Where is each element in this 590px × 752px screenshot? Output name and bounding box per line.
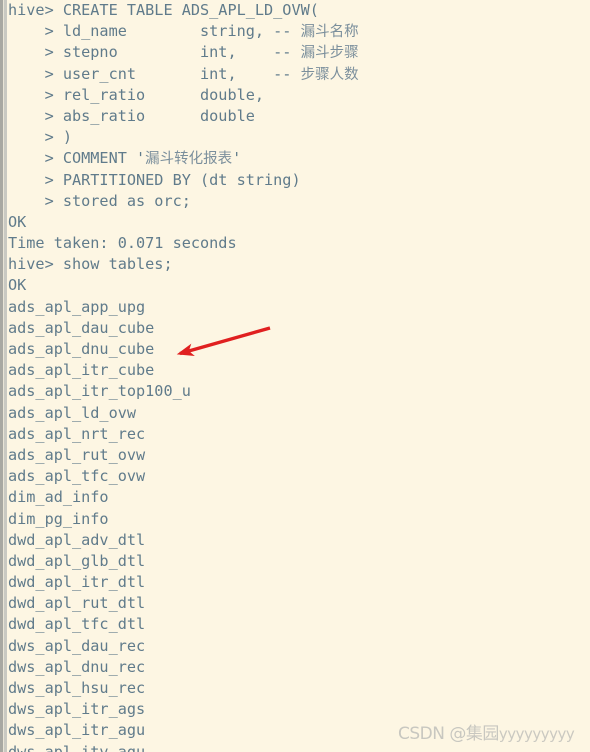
terminal-line-text: dws_apl_dnu_rec xyxy=(8,657,146,676)
terminal-line-cjk-comment: 步骤人数 xyxy=(300,66,359,83)
terminal-line-text: hive> CREATE TABLE ADS_APL_LD_OVW( xyxy=(8,1,319,19)
terminal-line: OK xyxy=(8,212,590,233)
terminal-line-text: ads_apl_tfc_ovw xyxy=(8,467,146,486)
terminal-line: dim_ad_info xyxy=(8,487,590,508)
terminal-line: dws_apl_itr_ags xyxy=(8,699,590,720)
terminal-line-text: ads_apl_dnu_cube xyxy=(8,340,155,358)
terminal-line: ads_apl_nrt_rec xyxy=(8,424,590,445)
terminal-line: ads_apl_dnu_cube xyxy=(8,339,590,360)
terminal-line: Time taken: 0.071 seconds xyxy=(8,233,590,254)
terminal-line-text: ads_apl_itr_cube xyxy=(8,361,155,380)
terminal-line-cjk-comment: 漏斗名称 xyxy=(300,24,359,41)
watermark-text: CSDN @集园 xyxy=(398,724,499,744)
terminal-output[interactable]: hive> CREATE TABLE ADS_APL_LD_OVW( > ld_… xyxy=(8,0,590,752)
terminal-line: dws_apl_dau_rec xyxy=(8,636,590,657)
terminal-line-text: OK xyxy=(8,212,27,231)
watermark-tail: yyyyyyyyy xyxy=(498,725,575,743)
terminal-line: > abs_ratio double xyxy=(8,106,590,127)
terminal-line: ads_apl_app_upg xyxy=(8,297,590,318)
terminal-line-text: > PARTITIONED BY (dt string) xyxy=(8,170,301,189)
terminal-line-text: ads_apl_nrt_rec xyxy=(8,424,146,443)
terminal-line-cjk-comment: 漏斗步骤 xyxy=(300,45,359,62)
csdn-watermark: CSDN @集园yyyyyyyyy xyxy=(398,719,575,744)
terminal-line: > stepno int, -- 漏斗步骤 xyxy=(8,42,590,63)
terminal-line-text: ads_apl_dau_cube xyxy=(8,318,155,337)
terminal-line: dwd_apl_rut_dtl xyxy=(8,593,590,614)
terminal-line-text: > rel_ratio double, xyxy=(8,85,265,104)
terminal-line: OK xyxy=(8,275,590,296)
terminal-line-text: dws_apl_itv_agu xyxy=(8,742,146,752)
terminal-line: hive> show tables; xyxy=(8,254,590,275)
terminal-line: dim_pg_info xyxy=(8,509,590,530)
terminal-line: > stored as orc; xyxy=(8,191,590,212)
window-frame-left-inner[interactable] xyxy=(4,0,7,752)
terminal-line-text: hive> show tables; xyxy=(8,255,173,274)
terminal-line: > rel_ratio double, xyxy=(8,85,590,106)
terminal-line-text: dwd_apl_glb_dtl xyxy=(8,551,146,570)
terminal-line-text: dws_apl_itr_ags xyxy=(8,700,146,719)
terminal-line: dwd_apl_glb_dtl xyxy=(8,551,590,572)
terminal-line: dwd_apl_tfc_dtl xyxy=(8,614,590,635)
terminal-line-text: dim_ad_info xyxy=(8,488,109,507)
terminal-line-text: ads_apl_app_upg xyxy=(8,297,146,316)
terminal-line-text: > ld_name string, -- xyxy=(8,22,301,41)
terminal-line-text: dwd_apl_itr_dtl xyxy=(8,573,146,592)
terminal-line: > user_cnt int, -- 步骤人数 xyxy=(8,64,590,85)
terminal-window: hive> CREATE TABLE ADS_APL_LD_OVW( > ld_… xyxy=(0,0,590,752)
terminal-line-text: dwd_apl_adv_dtl xyxy=(8,530,146,549)
terminal-line-text: dwd_apl_tfc_dtl xyxy=(8,615,146,634)
terminal-line-text: dws_apl_dau_rec xyxy=(8,636,146,655)
terminal-line: > PARTITIONED BY (dt string) xyxy=(8,170,590,191)
terminal-line: dws_apl_hsu_rec xyxy=(8,678,590,699)
terminal-line-text: dwd_apl_rut_dtl xyxy=(8,594,146,613)
terminal-line-text: Time taken: 0.071 seconds xyxy=(8,234,237,253)
terminal-line-text: > user_cnt int, -- xyxy=(8,64,301,83)
terminal-line-text: dws_apl_hsu_rec xyxy=(8,679,146,697)
terminal-line: > ld_name string, -- 漏斗名称 xyxy=(8,21,590,42)
terminal-line: ads_apl_dau_cube xyxy=(8,318,590,339)
terminal-line: ads_apl_ld_ovw xyxy=(8,403,590,424)
terminal-line: ads_apl_itr_top100_u xyxy=(8,381,590,402)
terminal-line-text: ads_apl_itr_top100_u xyxy=(8,382,191,401)
terminal-line-text: > abs_ratio double xyxy=(8,106,255,125)
terminal-line-text: dws_apl_itr_agu xyxy=(8,721,146,740)
terminal-line-text: > COMMENT ' xyxy=(8,149,146,168)
terminal-line-text: ads_apl_rut_ovw xyxy=(8,445,146,464)
terminal-line: > COMMENT '漏斗转化报表' xyxy=(8,148,590,169)
terminal-line-text: ads_apl_ld_ovw xyxy=(8,403,137,422)
terminal-line-text: > stored as orc; xyxy=(8,191,191,210)
terminal-line: dws_apl_dnu_rec xyxy=(8,657,590,678)
terminal-line-text: dim_pg_info xyxy=(8,509,109,528)
terminal-line-cjk-comment: 漏斗转化报表 xyxy=(145,151,233,168)
terminal-line-text: OK xyxy=(8,276,27,295)
terminal-line-text-after: ' xyxy=(232,149,242,168)
terminal-line: ads_apl_rut_ovw xyxy=(8,445,590,466)
terminal-line: dwd_apl_itr_dtl xyxy=(8,572,590,593)
terminal-line-text: > ) xyxy=(8,128,73,147)
terminal-line: hive> CREATE TABLE ADS_APL_LD_OVW( xyxy=(8,0,590,21)
terminal-line: ads_apl_tfc_ovw xyxy=(8,466,590,487)
terminal-line: > ) xyxy=(8,127,590,148)
terminal-line: dwd_apl_adv_dtl xyxy=(8,530,590,551)
terminal-line-text: > stepno int, -- xyxy=(8,43,301,62)
terminal-line: ads_apl_itr_cube xyxy=(8,360,590,381)
